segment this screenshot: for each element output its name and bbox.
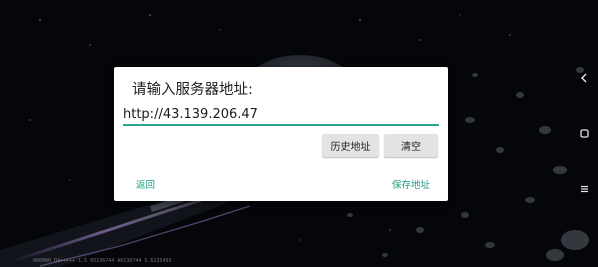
save-address-button[interactable]: 保存地址: [392, 177, 430, 191]
server-url-input[interactable]: [123, 104, 439, 126]
square-icon: [579, 128, 589, 138]
system-nav-bar: [570, 0, 598, 267]
clear-button[interactable]: 清空: [384, 134, 438, 157]
chevron-left-icon: [581, 73, 587, 83]
nav-home-button[interactable]: [570, 121, 598, 145]
back-button[interactable]: 返回: [136, 177, 155, 191]
menu-icon: [580, 185, 588, 193]
nav-menu-button[interactable]: [570, 177, 598, 201]
history-address-button[interactable]: 历史地址: [322, 134, 379, 157]
background-watermark: 000000 DA+++++ 1.5 05136744 A6136744 5.6…: [33, 258, 172, 264]
dialog-title: 请输入服务器地址:: [132, 82, 253, 98]
nav-back-button[interactable]: [570, 66, 598, 90]
app-screen: 000000 DA+++++ 1.5 05136744 A6136744 5.6…: [0, 0, 598, 267]
server-address-dialog: 请输入服务器地址: 历史地址 清空 返回 保存地址: [114, 67, 448, 201]
